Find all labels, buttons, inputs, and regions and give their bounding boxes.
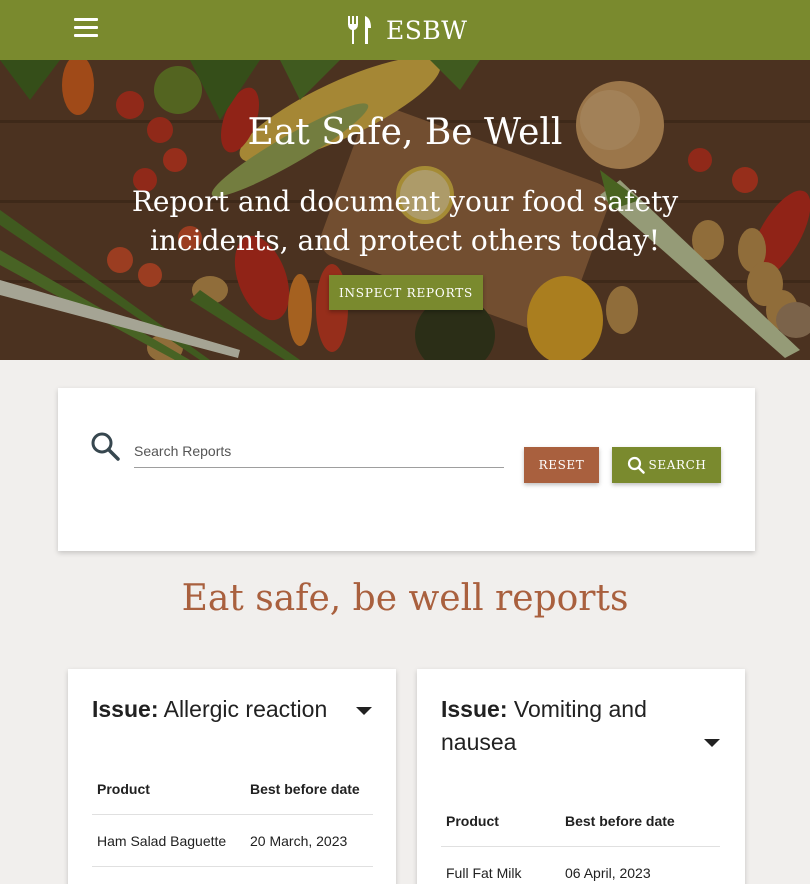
hero-subtitle: Report and document your food safety inc… (131, 185, 679, 257)
date-cell: 06 April, 2023 (565, 864, 651, 881)
report-card: Issue: Allergic reaction Product Best be… (68, 669, 396, 884)
report-card: Issue: Vomiting and nausea Product Best … (417, 669, 745, 884)
brand-logo[interactable]: ESBW (346, 12, 467, 48)
column-header-product: Product (97, 780, 150, 797)
top-navbar: ESBW (0, 0, 810, 60)
table-header-row: Product Best before date (92, 763, 373, 815)
product-cell: Full Fat Milk (446, 864, 522, 881)
inspect-reports-button[interactable]: INSPECT REPORTS (329, 275, 483, 310)
search-card: RESET SEARCH (58, 388, 755, 551)
report-table: Product Best before date Full Fat Milk 0… (441, 795, 720, 884)
search-button-icon (627, 456, 645, 474)
caret-down-icon[interactable] (704, 739, 720, 747)
reports-section-title: Eat safe, be well reports (181, 578, 629, 619)
hamburger-menu-icon[interactable] (74, 18, 98, 40)
product-cell: Ham Salad Baguette (97, 832, 227, 849)
table-header-row: Product Best before date (441, 795, 720, 847)
date-cell: 20 March, 2023 (250, 832, 348, 849)
report-table: Product Best before date Ham Salad Bague… (92, 763, 373, 867)
column-header-best-before: Best before date (565, 812, 675, 829)
reset-button[interactable]: RESET (524, 447, 599, 483)
table-row: Ham Salad Baguette 20 March, 2023 (92, 815, 373, 867)
search-input[interactable] (134, 434, 504, 468)
column-header-best-before: Best before date (250, 780, 360, 797)
issue-text: Allergic reaction (163, 696, 328, 722)
column-header-product: Product (446, 812, 499, 829)
hero-title: Eat Safe, Be Well (247, 112, 563, 153)
search-icon (91, 432, 120, 461)
hero-banner: Eat Safe, Be Well Report and document yo… (0, 60, 810, 360)
fork-knife-icon (348, 16, 371, 44)
table-row: Full Fat Milk 06 April, 2023 (441, 847, 720, 884)
report-issue-heading: Issue: Vomiting and nausea (441, 693, 701, 759)
search-button-label: SEARCH (648, 458, 707, 472)
caret-down-icon[interactable] (356, 707, 372, 715)
report-issue-heading: Issue: Allergic reaction (92, 693, 352, 726)
issue-label: Issue: (441, 696, 508, 722)
search-button[interactable]: SEARCH (612, 447, 721, 483)
brand-name: ESBW (386, 15, 468, 45)
issue-label: Issue: (92, 696, 159, 722)
